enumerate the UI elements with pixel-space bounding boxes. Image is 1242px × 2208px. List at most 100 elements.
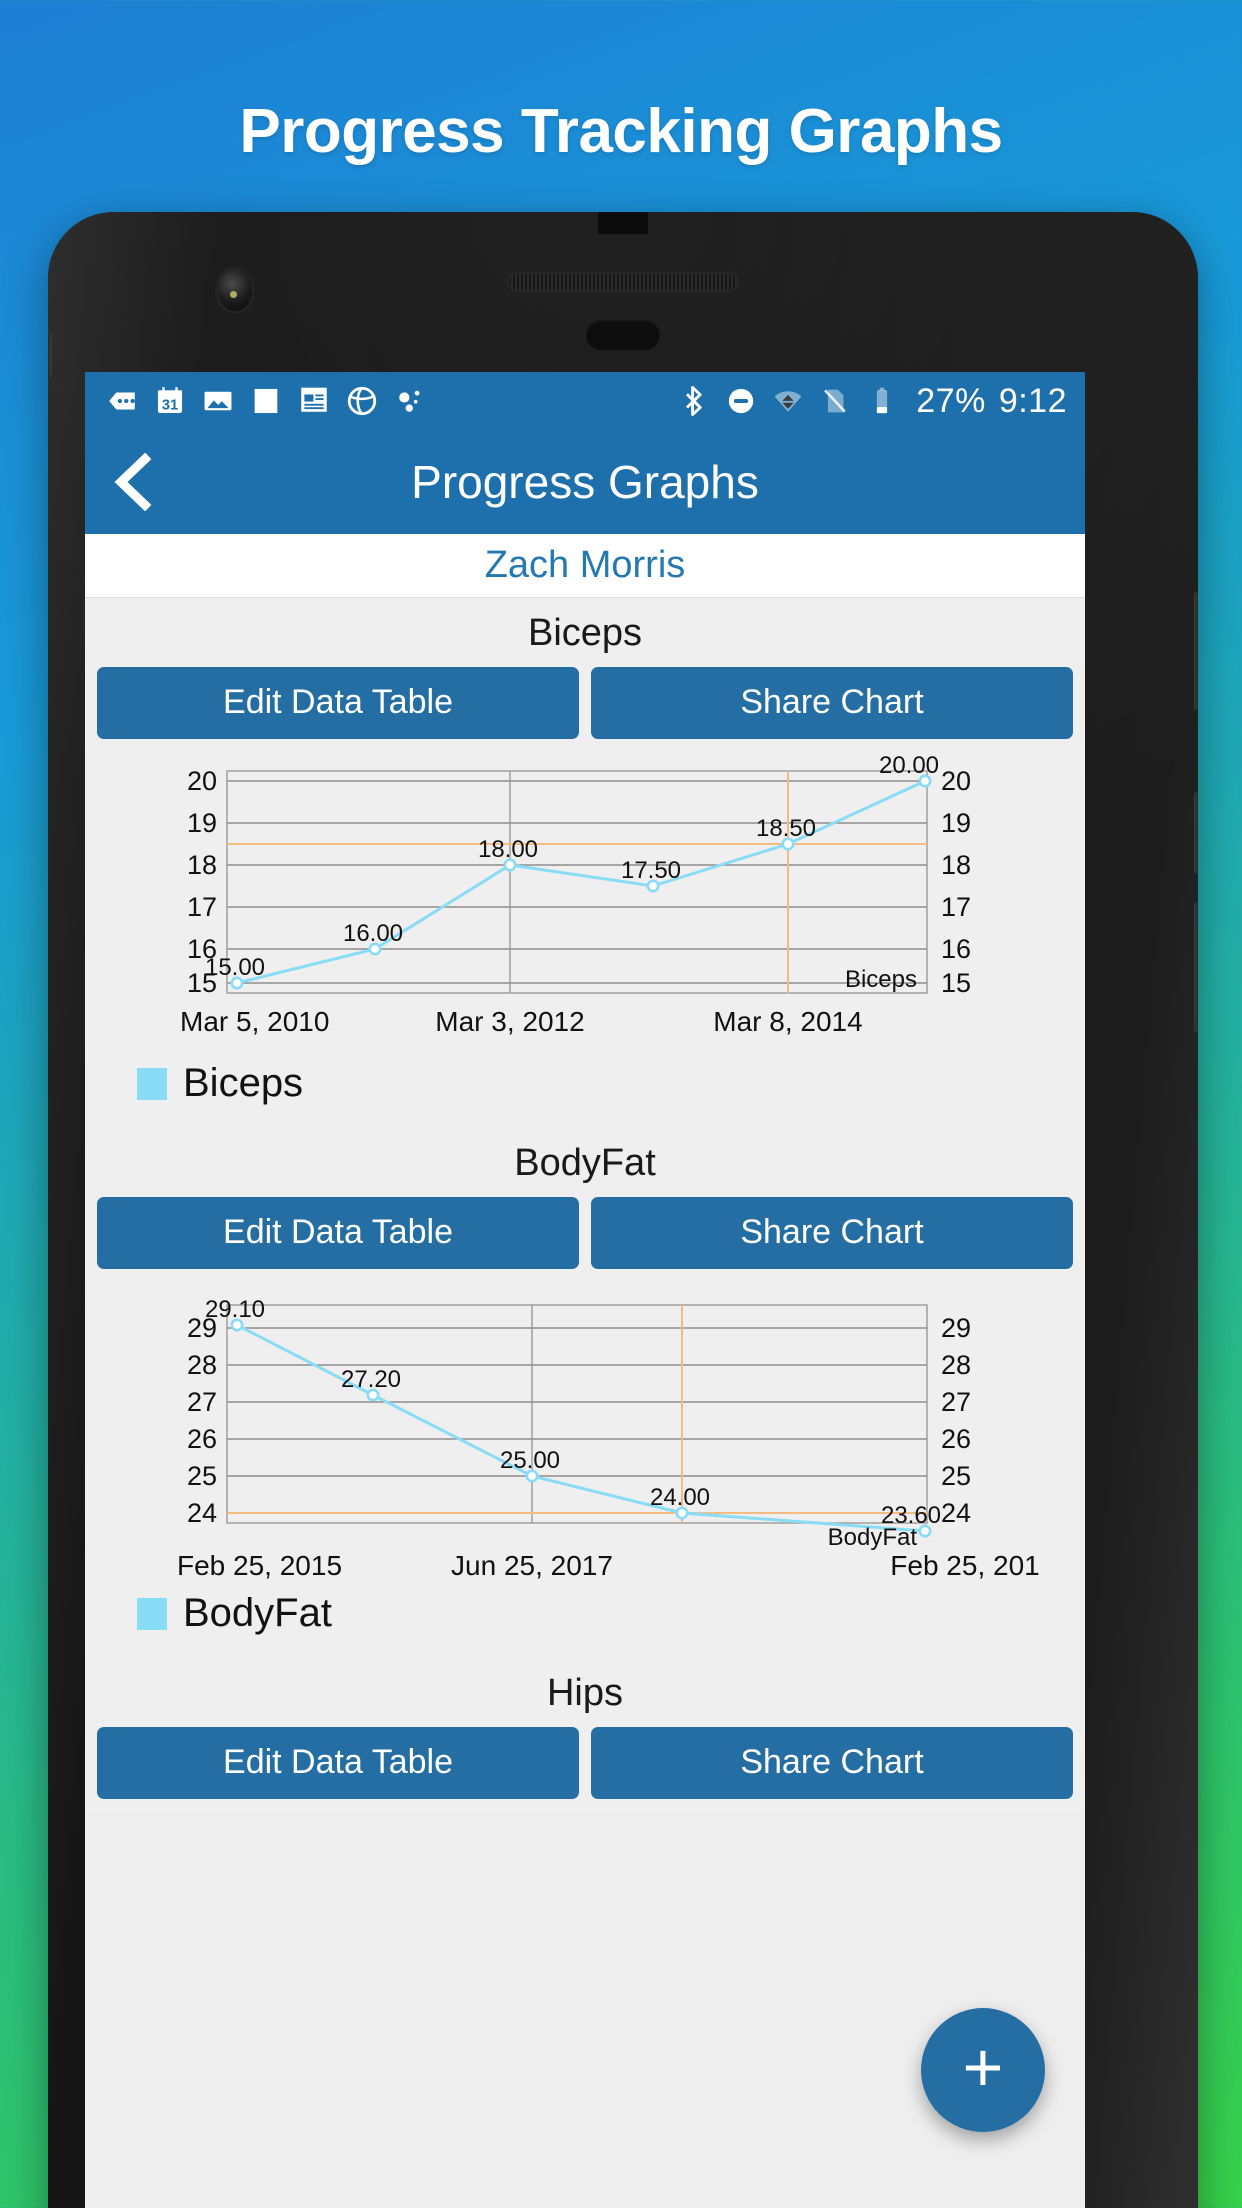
edit-data-table-button-hips[interactable]: Edit Data Table xyxy=(97,1727,579,1799)
back-button[interactable] xyxy=(85,430,181,534)
no-sim-icon xyxy=(824,389,847,413)
do-not-disturb-icon xyxy=(729,388,754,414)
volume-up-button[interactable] xyxy=(1194,592,1198,710)
client-name-label: Zach Morris xyxy=(484,544,686,586)
svg-text:25.00: 25.00 xyxy=(500,1447,560,1474)
svg-text:19: 19 xyxy=(941,808,971,838)
svg-text:28: 28 xyxy=(187,1350,217,1380)
share-chart-button-hips[interactable]: Share Chart xyxy=(591,1727,1073,1799)
svg-text:29: 29 xyxy=(941,1313,971,1343)
power-button[interactable] xyxy=(1194,902,1198,1032)
photo-icon xyxy=(204,391,232,411)
legend-bodyfat: BodyFat xyxy=(85,1583,1085,1658)
button-row-biceps: Edit Data Table Share Chart xyxy=(85,667,1085,753)
svg-text:24.00: 24.00 xyxy=(650,1484,710,1511)
svg-text:18: 18 xyxy=(187,850,217,880)
battery-percent-label: 27% xyxy=(916,381,986,420)
svg-text:28: 28 xyxy=(941,1350,971,1380)
wifi-icon xyxy=(774,391,802,412)
legend-swatch-icon xyxy=(137,1067,167,1100)
bluetooth-icon xyxy=(686,385,702,417)
legend-biceps: Biceps xyxy=(85,1053,1085,1128)
svg-text:18: 18 xyxy=(941,850,971,880)
clock-label: 9:12 xyxy=(998,381,1067,420)
scroll-content[interactable]: Biceps Edit Data Table Share Chart 15.00… xyxy=(85,598,1085,1813)
section-title-hips: Hips xyxy=(546,1672,624,1714)
svg-text:25: 25 xyxy=(941,1461,971,1491)
svg-text:18.00: 18.00 xyxy=(478,836,538,863)
svg-text:BodyFat: BodyFat xyxy=(828,1524,918,1551)
left-side-button[interactable] xyxy=(48,332,52,378)
legend-label-biceps: Biceps xyxy=(183,1061,304,1105)
legend-label-bodyfat: BodyFat xyxy=(183,1591,332,1635)
add-measurement-fab[interactable]: + xyxy=(921,2008,1045,2132)
more-messages-icon xyxy=(109,392,135,410)
svg-text:17.50: 17.50 xyxy=(621,857,681,884)
blank-note-icon xyxy=(254,388,278,414)
status-bar-notification-icons: 31 xyxy=(105,384,677,418)
chart-bodyfat[interactable]: 29.10 27.20 25.00 24.00 23.60 29 28 27 2… xyxy=(85,1283,1085,1583)
svg-text:18.50: 18.50 xyxy=(756,815,816,842)
share-chart-button-biceps[interactable]: Share Chart xyxy=(591,667,1073,739)
app-bar: Progress Graphs xyxy=(85,430,1085,534)
phone-screen: 31 27% 9:12 Progress Graphs Zach Morris … xyxy=(85,372,1085,2208)
share-chart-button-bodyfat[interactable]: Share Chart xyxy=(591,1197,1073,1269)
svg-text:Biceps: Biceps xyxy=(845,966,917,993)
svg-text:16.00: 16.00 xyxy=(343,920,403,947)
button-row-hips: Edit Data Table Share Chart xyxy=(85,1727,1085,1813)
chevron-left-icon xyxy=(114,453,152,511)
svg-text:20: 20 xyxy=(187,766,217,796)
phone-frame: 31 27% 9:12 Progress Graphs Zach Morris … xyxy=(48,212,1198,2208)
section-title-bodyfat: BodyFat xyxy=(514,1142,656,1184)
svg-text:16: 16 xyxy=(941,934,971,964)
section-title-biceps: Biceps xyxy=(527,612,643,654)
svg-text:24: 24 xyxy=(941,1498,971,1528)
legend-swatch-icon xyxy=(137,1597,167,1630)
plus-icon: + xyxy=(962,2027,1004,2106)
home-button[interactable] xyxy=(586,320,660,350)
status-bar-system-icons: 27% 9:12 xyxy=(677,382,1067,421)
svg-text:25: 25 xyxy=(187,1461,217,1491)
client-name-row[interactable]: Zach Morris xyxy=(85,534,1085,598)
svg-text:16: 16 xyxy=(187,934,217,964)
svg-text:17: 17 xyxy=(941,892,971,922)
svg-text:29: 29 xyxy=(187,1313,217,1343)
svg-text:15: 15 xyxy=(941,968,971,998)
svg-text:Mar 8, 2014: Mar 8, 2014 xyxy=(713,1006,862,1037)
svg-text:Mar 5, 2010: Mar 5, 2010 xyxy=(180,1006,329,1037)
news-icon xyxy=(301,387,327,412)
svg-text:20: 20 xyxy=(941,766,971,796)
chart-biceps-svg: 15.00 16.00 18.00 17.50 18.50 20.00 20 1… xyxy=(85,753,1085,1053)
promo-headline: Progress Tracking Graphs xyxy=(239,97,1003,166)
chart-biceps[interactable]: 15.00 16.00 18.00 17.50 18.50 20.00 20 1… xyxy=(85,753,1085,1053)
earpiece-speaker xyxy=(507,272,739,292)
button-row-bodyfat: Edit Data Table Share Chart xyxy=(85,1197,1085,1283)
svg-text:27: 27 xyxy=(941,1387,971,1417)
svg-text:27.20: 27.20 xyxy=(341,1366,401,1393)
svg-text:19: 19 xyxy=(187,808,217,838)
svg-text:15: 15 xyxy=(187,968,217,998)
battery-icon xyxy=(877,387,888,414)
dots-icon xyxy=(399,390,420,412)
edit-data-table-button-bodyfat[interactable]: Edit Data Table xyxy=(97,1197,579,1269)
status-bar: 31 27% 9:12 xyxy=(85,372,1085,430)
page-title: Progress Graphs xyxy=(411,456,759,508)
chart-bodyfat-svg: 29.10 27.20 25.00 24.00 23.60 29 28 27 2… xyxy=(85,1283,1085,1583)
svg-text:31: 31 xyxy=(162,398,179,414)
edit-data-table-button-biceps[interactable]: Edit Data Table xyxy=(97,667,579,739)
calendar-31-icon: 31 xyxy=(157,387,183,414)
svg-text:20.00: 20.00 xyxy=(879,753,939,779)
svg-text:27: 27 xyxy=(187,1387,217,1417)
svg-text:Feb 25, 201: Feb 25, 201 xyxy=(890,1550,1039,1581)
svg-text:Feb 25, 2015: Feb 25, 2015 xyxy=(177,1550,342,1581)
svg-text:26: 26 xyxy=(941,1424,971,1454)
volume-down-button[interactable] xyxy=(1194,792,1198,874)
svg-text:Mar 3, 2012: Mar 3, 2012 xyxy=(435,1006,584,1037)
svg-text:26: 26 xyxy=(187,1424,217,1454)
globe-icon xyxy=(347,386,377,416)
front-camera-icon xyxy=(218,269,252,311)
notch-bar xyxy=(598,212,648,234)
svg-text:17: 17 xyxy=(187,892,217,922)
svg-text:Jun 25, 2017: Jun 25, 2017 xyxy=(451,1550,613,1581)
svg-text:24: 24 xyxy=(187,1498,217,1528)
